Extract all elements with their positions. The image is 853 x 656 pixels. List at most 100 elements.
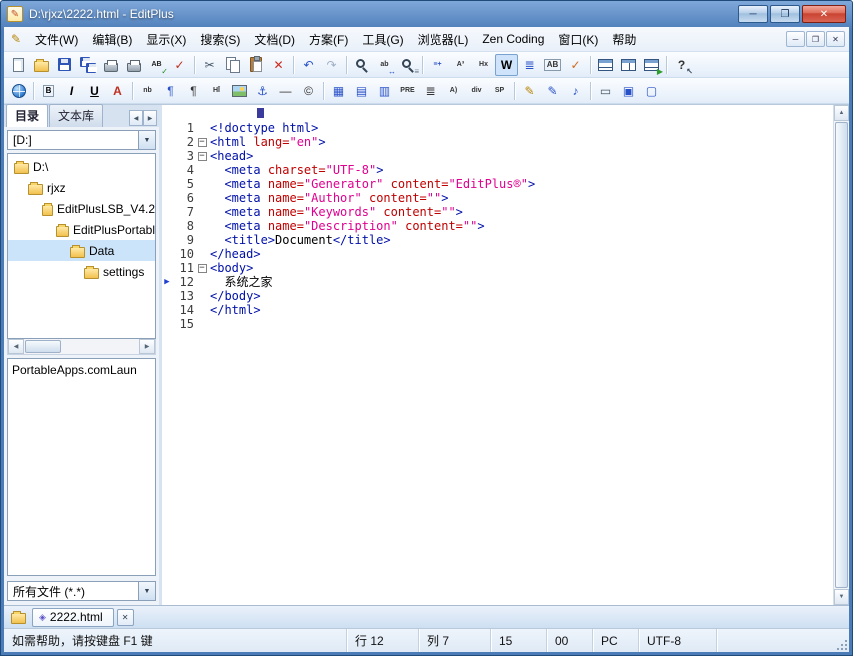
sidebar-tab-directory[interactable]: 目录	[6, 104, 48, 127]
document-tab-2222[interactable]: ◈ 2222.html	[32, 608, 114, 627]
code-line[interactable]: 4 <meta charset="UTF-8">	[162, 163, 833, 177]
mdi-minimize-button[interactable]: ─	[786, 31, 805, 47]
table-row-button[interactable]: ▤	[350, 80, 373, 102]
code-line[interactable]: 6 <meta name="Author" content="">	[162, 191, 833, 205]
p-tag-button[interactable]: ¶	[159, 80, 182, 102]
scroll-left-icon[interactable]: ◀	[8, 339, 24, 354]
list-button[interactable]: ≣	[419, 80, 442, 102]
delete-button[interactable]: ✕	[267, 54, 290, 76]
div-button[interactable]: div	[465, 80, 488, 102]
nbsp-button[interactable]: nb	[136, 80, 159, 102]
replace-button[interactable]: ab↔	[373, 54, 396, 76]
minimize-button[interactable]: ─	[738, 5, 768, 23]
code-line[interactable]: 8 <meta name="Description" content="">	[162, 219, 833, 233]
code-line[interactable]: 2−<html lang="en">	[162, 135, 833, 149]
fold-collapse-icon[interactable]: −	[198, 264, 207, 273]
file-filter-select[interactable]: 所有文件 (*.*) ▼	[7, 581, 156, 601]
editor-vertical-scrollbar[interactable]: ▲ ▼	[833, 105, 849, 605]
heading-button[interactable]: HĪ	[205, 80, 228, 102]
code-line[interactable]: 13</body>	[162, 289, 833, 303]
browser-preview-button[interactable]	[7, 80, 30, 102]
image-button[interactable]	[228, 80, 251, 102]
fold-collapse-icon[interactable]: −	[198, 152, 207, 161]
close-button[interactable]: ✕	[802, 5, 846, 23]
spell-check-button[interactable]: AB✓	[145, 54, 168, 76]
scroll-down-icon[interactable]: ▼	[834, 589, 849, 605]
span-button[interactable]: SP	[488, 80, 511, 102]
form-button[interactable]: ▭	[594, 80, 617, 102]
bold-button[interactable]: B	[37, 80, 60, 102]
code-line[interactable]: 9 <title>Document</title>	[162, 233, 833, 247]
chevron-down-icon[interactable]: ▼	[138, 131, 155, 149]
menu-edit[interactable]: 编辑(B)	[85, 28, 139, 51]
context-help-button[interactable]: ?↖	[670, 54, 693, 76]
resize-grip-icon[interactable]	[845, 648, 847, 650]
code-line[interactable]: 1<!doctype html>	[162, 121, 833, 135]
tree-item-d-drive[interactable]: D:\	[8, 156, 155, 177]
menu-help[interactable]: 帮助	[605, 28, 643, 51]
file-item-portableapps[interactable]: PortableApps.comLaun	[8, 361, 155, 379]
scrollbar-thumb[interactable]	[25, 340, 61, 353]
menu-search[interactable]: 搜索(S)	[193, 28, 247, 51]
cliptext-button[interactable]: AB	[541, 54, 564, 76]
find-in-files-button[interactable]: ≡	[396, 54, 419, 76]
special-char-button[interactable]: ©	[297, 80, 320, 102]
menu-file[interactable]: 文件(W)	[28, 28, 85, 51]
line-numbers-button[interactable]: ≣	[518, 54, 541, 76]
save-button[interactable]	[53, 54, 76, 76]
cut-button[interactable]: ✂	[198, 54, 221, 76]
form-elements-button[interactable]: ▣	[617, 80, 640, 102]
chevron-down-icon[interactable]: ▼	[138, 582, 155, 600]
paste-button[interactable]	[244, 54, 267, 76]
sidebar-scroll-left-icon[interactable]: ◀	[129, 110, 143, 126]
sidebar-scroll-right-icon[interactable]: ▶	[143, 110, 157, 126]
script-button[interactable]: ✎	[518, 80, 541, 102]
scroll-up-icon[interactable]: ▲	[834, 105, 849, 121]
document-close-button[interactable]: ✕	[117, 609, 134, 626]
code-line[interactable]: 10</head>	[162, 247, 833, 261]
menu-tools[interactable]: 工具(G)	[355, 28, 410, 51]
tree-item-settings[interactable]: settings	[8, 261, 155, 282]
menu-window[interactable]: 窗口(K)	[551, 28, 605, 51]
menu-project[interactable]: 方案(F)	[302, 28, 355, 51]
table-cell-button[interactable]: ▥	[373, 80, 396, 102]
hex-viewer-button[interactable]: Hx	[472, 54, 495, 76]
tree-item-data[interactable]: Data	[8, 240, 155, 261]
tree-item-editpluslsb[interactable]: EditPlusLSB_V4.2	[8, 198, 155, 219]
br-tag-button[interactable]: ¶	[182, 80, 205, 102]
syntax-check-button[interactable]: ✓	[564, 54, 587, 76]
scrollbar-track[interactable]	[61, 339, 139, 354]
print-preview-button[interactable]	[99, 54, 122, 76]
code-line[interactable]: 5 <meta name="Generator" content="EditPl…	[162, 177, 833, 191]
menu-browser[interactable]: 浏览器(L)	[411, 28, 476, 51]
code-line[interactable]: 15	[162, 317, 833, 331]
word-wrap-button[interactable]: W	[495, 54, 518, 76]
sidebar-tab-cliptext[interactable]: 文本库	[49, 104, 103, 127]
code-line[interactable]: ▶12 系统之家	[162, 275, 833, 289]
media-button[interactable]: ♪	[564, 80, 587, 102]
split-vertical-button[interactable]	[617, 54, 640, 76]
fold-column[interactable]: −	[194, 261, 210, 275]
auto-correct-button[interactable]: ✓	[168, 54, 191, 76]
code-line[interactable]: 7 <meta name="Keywords" content="">	[162, 205, 833, 219]
copy-button[interactable]	[221, 54, 244, 76]
menu-view[interactable]: 显示(X)	[139, 28, 193, 51]
toggle-bookmark-button[interactable]: ≡+	[426, 54, 449, 76]
tree-item-rjxz[interactable]: rjxz	[8, 177, 155, 198]
save-all-button[interactable]	[76, 54, 99, 76]
hr-button[interactable]: —	[274, 80, 297, 102]
anchor-button[interactable]: ⚓	[251, 80, 274, 102]
fold-column[interactable]: −	[194, 135, 210, 149]
ordered-list-button[interactable]: A)	[442, 80, 465, 102]
italic-button[interactable]: I	[60, 80, 83, 102]
code-area[interactable]: 1<!doctype html>2−<html lang="en">3−<hea…	[162, 121, 833, 605]
maximize-button[interactable]: ❐	[770, 5, 800, 23]
drive-select[interactable]: [D:] ▼	[7, 130, 156, 150]
layer-button[interactable]: ▢	[640, 80, 663, 102]
redo-button[interactable]: ↷	[320, 54, 343, 76]
split-horizontal-button[interactable]	[594, 54, 617, 76]
code-line[interactable]: 11−<body>	[162, 261, 833, 275]
editor[interactable]: ---------1---------2---------3---------4…	[162, 105, 833, 605]
fold-column[interactable]: −	[194, 149, 210, 163]
mdi-close-button[interactable]: ✕	[826, 31, 845, 47]
